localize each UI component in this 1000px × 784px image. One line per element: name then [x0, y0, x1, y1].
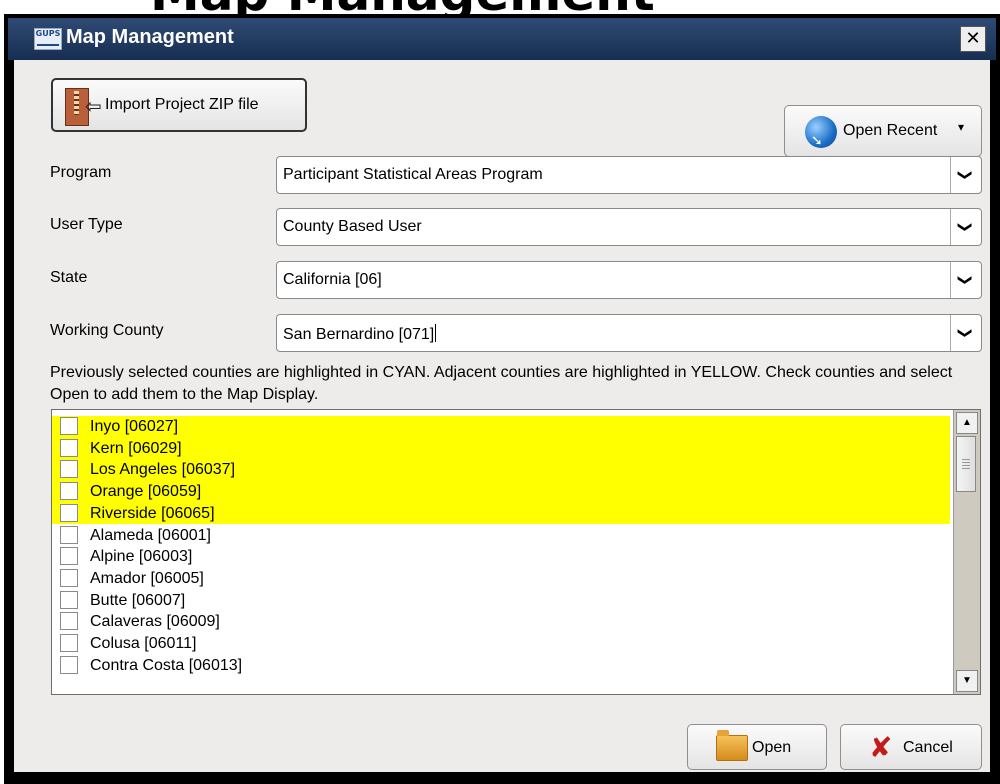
- county-checkbox[interactable]: [60, 590, 78, 609]
- county-checkbox[interactable]: [60, 655, 78, 674]
- program-label: Program: [50, 164, 112, 181]
- cancel-label: Cancel: [903, 739, 953, 756]
- county-checkbox[interactable]: [60, 612, 78, 631]
- county-checkbox[interactable]: [60, 460, 78, 479]
- working-county-text: San Bernardino [071]: [283, 326, 435, 343]
- list-item[interactable]: Riverside [06065]: [52, 502, 950, 525]
- county-label: Calaveras [06009]: [90, 613, 220, 631]
- scroll-down-icon[interactable]: ▼: [956, 670, 978, 692]
- folder-icon: [716, 730, 748, 761]
- county-list[interactable]: Inyo [06027] Kern [06029] Los Angeles [060…: [51, 409, 981, 695]
- list-item[interactable]: Inyo [06027]: [52, 416, 950, 438]
- list-item[interactable]: Orange [06059]: [52, 481, 950, 503]
- county-label: Los Angeles [06037]: [90, 461, 236, 479]
- globe-arrow-icon: ➘: [811, 132, 823, 148]
- dropdown-glyph: ❯: [957, 169, 974, 181]
- state-value: California [06]: [283, 271, 382, 288]
- county-checkbox[interactable]: [60, 438, 78, 457]
- county-checkbox[interactable]: [60, 417, 78, 435]
- county-label: Riverside [06065]: [90, 504, 215, 522]
- county-label: Alameda [06001]: [90, 526, 211, 544]
- county-checkbox[interactable]: [60, 547, 78, 566]
- open-recent-button[interactable]: ➘ Open Recent ▾: [784, 105, 982, 157]
- county-label: Orange [06059]: [90, 483, 202, 501]
- window-title: Map Management: [66, 26, 234, 48]
- list-item[interactable]: Calaveras [06009]: [52, 611, 950, 633]
- county-label: Butte [06007]: [90, 591, 186, 609]
- county-checkbox[interactable]: [60, 503, 78, 522]
- close-button[interactable]: ✕: [960, 26, 986, 52]
- dropdown-glyph: ❯: [957, 274, 974, 286]
- cancel-x-icon: ✘: [869, 731, 893, 764]
- instructions-text: Previously selected counties are highlig…: [50, 364, 953, 403]
- user-type-select[interactable]: County Based User ❯: [276, 208, 982, 246]
- county-label: Inyo [06027]: [90, 418, 179, 435]
- county-label: Colusa [06011]: [90, 635, 197, 652]
- open-label: Open: [752, 739, 792, 756]
- user-type-label: User Type: [50, 216, 123, 233]
- scroll-up-icon[interactable]: ▲: [956, 412, 978, 434]
- list-item[interactable]: Butte [06007]: [52, 590, 950, 612]
- import-arrow-icon: ⇦: [85, 96, 102, 118]
- program-select[interactable]: Participant Statistical Areas Program ❯: [276, 156, 982, 194]
- open-button[interactable]: Open: [687, 724, 827, 770]
- state-label: State: [50, 269, 88, 286]
- list-item[interactable]: Amador [06005]: [52, 568, 950, 590]
- app-icon: GUPS: [34, 28, 62, 50]
- working-county-select[interactable]: San Bernardino [071] ❯: [276, 314, 982, 352]
- user-type-value: County Based User: [283, 218, 422, 235]
- open-recent-label: Open Recent: [843, 122, 938, 139]
- grip-icon: [962, 459, 970, 469]
- program-value: Participant Statistical Areas Program: [283, 166, 543, 183]
- county-checkbox[interactable]: [60, 482, 78, 501]
- chevron-down-icon: ▾: [958, 120, 965, 134]
- app-icon-text: GUPS: [35, 29, 61, 38]
- county-label: Kern [06029]: [90, 439, 182, 457]
- import-zip-button[interactable]: ⇦ Import Project ZIP file: [51, 78, 307, 132]
- county-checkbox[interactable]: [60, 568, 78, 587]
- scrollbar-thumb[interactable]: [956, 436, 976, 492]
- title-bar[interactable]: GUPS Map Management ✕: [8, 18, 996, 60]
- list-item[interactable]: Kern [06029]: [52, 437, 950, 460]
- list-item[interactable]: Alpine [06003]: [52, 546, 950, 568]
- list-item[interactable]: Contra Costa [06013]: [52, 655, 950, 677]
- dropdown-glyph: ❯: [957, 327, 974, 339]
- dropdown-glyph: ❯: [957, 221, 974, 233]
- chevron-down-icon[interactable]: ❯: [950, 209, 981, 245]
- county-checkbox[interactable]: [60, 634, 78, 652]
- list-scrollbar[interactable]: ▲ ▼: [953, 410, 980, 694]
- county-label: Contra Costa [06013]: [90, 656, 243, 674]
- county-label: Alpine [06003]: [90, 548, 193, 566]
- state-select[interactable]: California [06] ❯: [276, 261, 982, 299]
- import-zip-label: Import Project ZIP file: [105, 96, 259, 113]
- chevron-down-icon[interactable]: ❯: [950, 157, 981, 193]
- county-checkbox[interactable]: [60, 525, 78, 544]
- chevron-down-icon[interactable]: ❯: [950, 262, 981, 298]
- chevron-down-icon[interactable]: ❯: [950, 315, 981, 351]
- working-county-value[interactable]: San Bernardino [071]: [283, 324, 437, 344]
- cancel-button[interactable]: ✘ Cancel: [840, 724, 982, 770]
- county-label: Amador [06005]: [90, 569, 204, 587]
- list-item[interactable]: Alameda [06001]: [52, 525, 950, 547]
- map-management-dialog: GUPS Map Management ✕ ⇦ Import Project Z…: [4, 14, 1000, 784]
- text-cursor: [435, 324, 437, 342]
- working-county-label: Working County: [50, 322, 164, 339]
- dialog-body: ⇦ Import Project ZIP file ➘ Open Recent …: [14, 60, 990, 772]
- list-item[interactable]: Los Angeles [06037]: [52, 459, 950, 482]
- list-item[interactable]: Colusa [06011]: [52, 633, 950, 655]
